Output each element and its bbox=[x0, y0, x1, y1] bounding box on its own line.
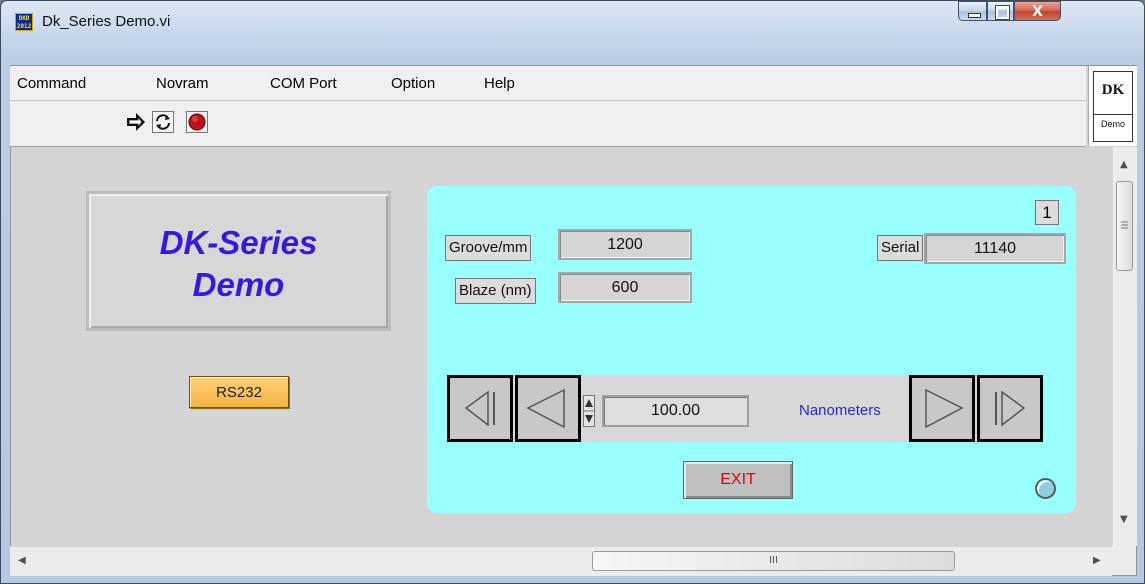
rs232-button[interactable]: RS232 bbox=[189, 376, 289, 408]
groove-value: 1200 bbox=[558, 229, 692, 260]
vertical-scrollbar[interactable]: ▲ ▼ bbox=[1112, 147, 1137, 546]
maximize-icon bbox=[995, 5, 1010, 20]
blaze-label: Blaze (nm) bbox=[455, 278, 536, 304]
run-continuously-button[interactable] bbox=[152, 111, 174, 133]
groove-label: Groove/mm bbox=[445, 235, 532, 261]
dk-logo-text: DK bbox=[1101, 82, 1125, 98]
resize-grip-icon[interactable] bbox=[1112, 546, 1136, 575]
title-bar[interactable]: DKD 2012 Dk_Series Demo.vi X bbox=[1, 1, 1144, 33]
vertical-scroll-thumb[interactable] bbox=[1116, 181, 1133, 271]
run-continuously-icon bbox=[156, 114, 170, 130]
dk-logo: DK Demo bbox=[1088, 66, 1137, 146]
close-icon: X bbox=[1032, 4, 1043, 20]
dk-logo-subtext: Demo bbox=[1094, 114, 1132, 129]
step-forward-button[interactable] bbox=[909, 375, 975, 442]
jump-back-button[interactable] bbox=[447, 375, 513, 442]
scroll-left-icon[interactable]: ◀ bbox=[18, 555, 26, 566]
grip-icon bbox=[1121, 221, 1128, 229]
jump-forward-button[interactable] bbox=[977, 375, 1043, 442]
app-icon-text: DKD 2012 bbox=[16, 15, 32, 30]
horizontal-scroll-thumb[interactable]: III bbox=[592, 551, 955, 571]
demo-title: DK-Series Demo bbox=[159, 224, 318, 303]
toolbar bbox=[10, 101, 1086, 147]
index-indicator: 1 bbox=[1035, 200, 1059, 225]
step-right-icon bbox=[925, 388, 964, 429]
serial-value: 11140 bbox=[924, 233, 1066, 264]
close-button[interactable]: X bbox=[1014, 1, 1061, 21]
control-panel: 1 Groove/mm 1200 Blaze (nm) 600 Serial 1… bbox=[427, 186, 1076, 513]
application-window: DKD 2012 Dk_Series Demo.vi X Command Nov… bbox=[0, 0, 1145, 584]
busy-indicator-icon bbox=[1035, 478, 1056, 499]
step-back-button[interactable] bbox=[515, 375, 581, 442]
menu-novram[interactable]: Novram bbox=[156, 75, 209, 92]
run-arrow-icon bbox=[127, 113, 145, 131]
units-label: Nanometers bbox=[799, 402, 881, 419]
exit-button[interactable]: EXIT bbox=[683, 461, 793, 499]
wavelength-control: 100.00 Nanometers bbox=[447, 375, 1043, 442]
step-to-start-icon bbox=[464, 390, 495, 427]
step-left-icon bbox=[526, 388, 565, 429]
scroll-up-icon[interactable]: ▲ bbox=[1120, 159, 1128, 170]
horizontal-scrollbar[interactable]: ◀ III ▶ bbox=[10, 546, 1112, 576]
wavelength-input[interactable]: 100.00 bbox=[602, 395, 749, 427]
spinner-arrows-icon bbox=[584, 399, 594, 423]
step-to-end-icon bbox=[995, 390, 1026, 427]
scroll-right-icon[interactable]: ▶ bbox=[1093, 555, 1101, 566]
maximize-button[interactable] bbox=[987, 1, 1014, 21]
scroll-down-icon[interactable]: ▼ bbox=[1120, 514, 1128, 525]
wavelength-spinner[interactable] bbox=[583, 395, 595, 427]
front-panel: DK-Series Demo RS232 1 Groove/mm 1200 Bl… bbox=[11, 147, 1112, 566]
menu-com-port[interactable]: COM Port bbox=[270, 75, 337, 92]
menu-command[interactable]: Command bbox=[17, 75, 86, 92]
title-decoration: DK-Series Demo bbox=[86, 191, 391, 331]
minimize-icon bbox=[968, 13, 981, 18]
dk-logo-frame: DK Demo bbox=[1093, 71, 1133, 142]
window-title: Dk_Series Demo.vi bbox=[42, 13, 171, 30]
serial-label: Serial bbox=[877, 235, 924, 261]
run-button[interactable] bbox=[125, 111, 147, 133]
minimize-button[interactable] bbox=[958, 1, 987, 21]
menu-bar: Command Novram COM Port Option Help bbox=[10, 66, 1086, 101]
menu-option[interactable]: Option bbox=[391, 75, 435, 92]
blaze-value: 600 bbox=[558, 272, 692, 303]
app-icon: DKD 2012 bbox=[15, 13, 33, 31]
abort-button[interactable] bbox=[186, 111, 208, 133]
abort-stop-icon bbox=[188, 113, 206, 131]
menu-help[interactable]: Help bbox=[484, 75, 515, 92]
